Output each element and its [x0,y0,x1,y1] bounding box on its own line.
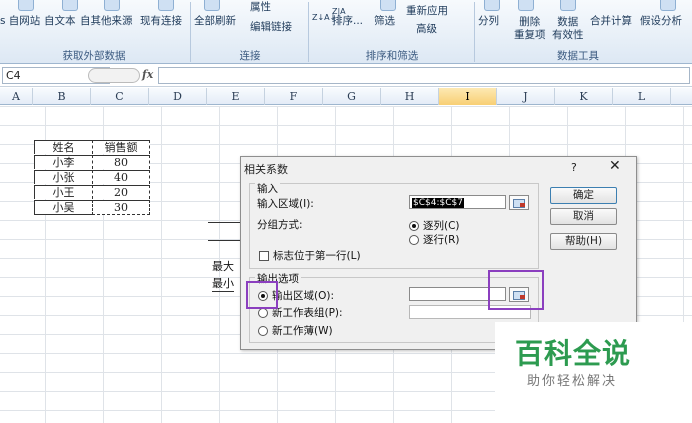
input-range-field[interactable]: $C$4:$C$7 [409,195,506,209]
properties-button[interactable]: 属性 [250,0,271,14]
data-tools-group: 分列 删除 重复项 数据 有效性 合并计算 假设分析 [476,0,692,48]
column-header[interactable]: A [0,88,33,105]
table-header-sales[interactable]: 销售额 [92,140,150,154]
column-header[interactable]: G [323,88,381,105]
column-header[interactable]: J [497,88,555,105]
table-cell[interactable]: 小张 [34,170,92,184]
get-external-data-group: s 自网站 自文本 自其他来源 现有连接 [0,0,186,48]
edit-links-button[interactable]: 编辑链接 [250,19,292,34]
by-row-radio[interactable] [409,235,419,245]
filter-button[interactable]: 筛选 [374,13,395,28]
table-cell[interactable]: 30 [92,200,150,215]
new-sheet-label: 新工作表组(P): [272,307,343,319]
what-if-analysis-button[interactable]: 假设分析 [640,13,682,28]
input-range-picker-icon[interactable] [509,195,529,210]
ribbon: s 自网站 自文本 自其他来源 现有连接 全部刷新 属性 编辑链接 Z↓A↓ Z… [0,0,692,64]
formula-controls [88,68,140,83]
help-icon[interactable]: ? [571,161,577,174]
web-icon [18,0,34,11]
what-if-icon [660,0,676,11]
column-header[interactable]: K [555,88,613,105]
text-file-icon [62,0,78,11]
remove-duplicates-button[interactable]: 删除 重复项 [514,16,546,42]
new-workbook-label: 新工作薄(W) [272,325,333,337]
existing-connections-button[interactable]: 现有连接 [140,13,182,28]
min-label: 最小 [212,277,234,292]
ribbon-separator [190,2,191,62]
input-range-label: 输入区域(I): [257,198,314,210]
by-row-label: 逐行(R) [423,234,460,246]
input-range-value: $C$4:$C$7 [412,198,464,208]
formula-bar: C4 ▼ fx [0,65,692,87]
column-headers: A B C D E F G H I J K L [0,88,692,105]
column-header[interactable]: B [33,88,91,105]
table-cell[interactable]: 小王 [34,185,92,199]
new-workbook-radio[interactable] [258,326,268,336]
existing-connection-icon [158,0,174,11]
advanced-button[interactable]: 高级 [416,21,437,36]
close-icon[interactable]: ✕ [609,158,621,174]
refresh-all-button[interactable]: 全部刷新 [194,13,236,28]
labels-first-row-checkbox[interactable] [259,251,269,261]
stats-table-rule [208,240,240,241]
stats-table-top-rule [208,222,240,223]
refresh-icon [204,0,220,11]
from-other-sources-button[interactable]: 自其他来源 [80,13,133,28]
consolidate-button[interactable]: 合并计算 [590,13,632,28]
formula-input[interactable] [158,67,690,84]
from-text-button[interactable]: 自文本 [44,13,76,28]
column-header-selected[interactable]: I [439,88,497,105]
table-cell[interactable]: 20 [92,185,150,199]
highlight-output-radio [246,281,278,309]
data-validation-button[interactable]: 数据 有效性 [552,16,584,42]
correlation-dialog: 相关系数 ? ✕ 输入 输入区域(I): $C$4:$C$7 分组方式: 逐列(… [240,156,637,350]
ribbon-separator [308,2,309,62]
sort-button[interactable]: 排序... [332,13,363,28]
table-cell[interactable]: 80 [92,155,150,169]
group-label-connections: 连接 [239,50,261,62]
column-header[interactable]: F [265,88,323,105]
watermark-subtitle: 助你轻松解决 [527,374,618,389]
output-range-label: 输出区域(O): [272,290,334,302]
watermark-title: 百科全说 [515,337,632,370]
connections-group: 全部刷新 属性 编辑链接 [192,0,308,48]
labels-first-row-label: 标志位于第一行(L) [273,250,361,262]
other-source-icon [104,0,120,11]
by-column-label: 逐列(C) [423,220,460,232]
name-box-value: C4 [6,69,21,82]
sort-filter-group: Z↓A↓ Z|A 排序... 筛选 重新应用 高级 [310,0,470,48]
ribbon-separator [474,2,475,62]
input-section-label: 输入 [255,181,280,196]
by-column-radio[interactable] [409,221,419,231]
fx-icon[interactable]: fx [142,68,153,81]
text-to-columns-button[interactable]: 分列 [478,13,499,28]
max-label: 最大 [212,260,234,273]
dialog-title: 相关系数 [244,163,288,176]
reapply-button[interactable]: 重新应用 [406,3,448,18]
column-header[interactable]: D [149,88,207,105]
remove-duplicates-icon [518,0,534,11]
column-header[interactable]: C [91,88,149,105]
cancel-button[interactable]: 取消 [550,208,617,225]
ok-button[interactable]: 确定 [550,187,617,204]
column-header[interactable]: E [207,88,265,105]
group-label-data-tools: 数据工具 [557,50,599,62]
column-header[interactable]: L [613,88,671,105]
table-header-name[interactable]: 姓名 [34,140,92,154]
from-web-button[interactable]: s 自网站 [0,13,40,28]
group-label-sort-filter: 排序和筛选 [365,50,419,62]
column-header[interactable]: H [381,88,439,105]
watermark-logo: 百科全说 助你轻松解决 [495,322,692,423]
group-label-external-data: 获取外部数据 [62,50,126,62]
group-by-label: 分组方式: [257,219,303,231]
help-button[interactable]: 帮助(H) [550,233,617,250]
filter-icon [380,0,396,11]
text-to-columns-icon [484,0,500,11]
table-cell[interactable]: 小吴 [34,200,92,215]
table-cell[interactable]: 小李 [34,155,92,169]
data-validation-icon [560,0,576,11]
highlight-output-picker [488,270,544,310]
new-sheet-radio[interactable] [258,308,268,318]
table-cell[interactable]: 40 [92,170,150,184]
